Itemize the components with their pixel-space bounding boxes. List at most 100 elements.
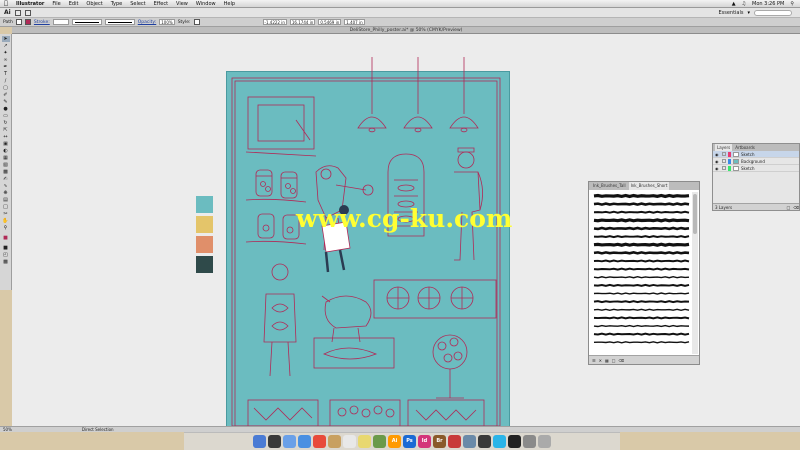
- dock-icon-ai[interactable]: Ai: [388, 435, 401, 448]
- wifi-icon[interactable]: ▲: [732, 1, 736, 7]
- brush-stroke-item[interactable]: [593, 267, 690, 271]
- lock-toggle[interactable]: [722, 152, 726, 156]
- menu-object[interactable]: Object: [82, 1, 106, 7]
- palette-swatch-teal[interactable]: [196, 196, 213, 213]
- dock-icon-calendar[interactable]: [343, 435, 356, 448]
- bridge-button[interactable]: [14, 9, 21, 16]
- brush-stroke-item[interactable]: [593, 283, 690, 287]
- lock-toggle[interactable]: [722, 166, 726, 170]
- brush-stroke-item[interactable]: [593, 300, 690, 304]
- width-field[interactable]: 0.5469 in: [318, 19, 342, 25]
- dock-icon-photo[interactable]: [373, 435, 386, 448]
- dock-icon-chrome[interactable]: [313, 435, 326, 448]
- stroke-swatch[interactable]: [24, 19, 31, 25]
- brush-options-icon[interactable]: ▦: [605, 358, 609, 363]
- menu-select[interactable]: Select: [126, 1, 149, 7]
- menubar-clock[interactable]: Mon 3:26 PM: [752, 1, 784, 7]
- palette-swatch-yellow[interactable]: [196, 216, 213, 233]
- selection-tool-icon[interactable]: ➤: [1, 36, 10, 42]
- dock-icon-br[interactable]: Br: [433, 435, 446, 448]
- graphic-style-swatch[interactable]: [193, 19, 200, 25]
- eraser-tool-icon[interactable]: ▭: [2, 113, 10, 119]
- arrange-documents-button[interactable]: [24, 9, 31, 16]
- dock-icon-dashboard[interactable]: [268, 435, 281, 448]
- brush-stroke-item[interactable]: [593, 193, 690, 199]
- tab-layers[interactable]: Layers: [715, 144, 733, 151]
- new-layer-icon[interactable]: □: [787, 205, 791, 210]
- menu-app-name[interactable]: Illustrator: [12, 1, 48, 7]
- dock-icon-acrobat[interactable]: [448, 435, 461, 448]
- menu-effect[interactable]: Effect: [150, 1, 172, 7]
- dock-icon-contacts[interactable]: [328, 435, 341, 448]
- gradient-tool-icon[interactable]: ▩: [2, 169, 10, 175]
- brush-stroke-item[interactable]: [593, 308, 690, 311]
- dock-icon-fcp[interactable]: [478, 435, 491, 448]
- paintbrush-tool-icon[interactable]: ✐: [2, 92, 10, 98]
- opacity-label[interactable]: Opacity:: [138, 20, 157, 25]
- help-search-input[interactable]: [754, 9, 792, 16]
- menu-view[interactable]: View: [172, 1, 192, 7]
- dock-icon-id[interactable]: Id: [418, 435, 431, 448]
- layer-name[interactable]: Background: [741, 159, 765, 164]
- brush-stroke-item[interactable]: [593, 235, 690, 239]
- hand-tool-icon[interactable]: ✋: [2, 218, 10, 224]
- dock-icon-terminal[interactable]: [508, 435, 521, 448]
- stroke-label[interactable]: Stroke:: [34, 20, 50, 25]
- dock-icon-trash[interactable]: [538, 435, 551, 448]
- new-brush-icon[interactable]: □: [612, 358, 616, 363]
- remove-stroke-icon[interactable]: ✕: [599, 358, 602, 363]
- dock-icon-notes[interactable]: [358, 435, 371, 448]
- menu-file[interactable]: File: [48, 1, 64, 7]
- brush-definition[interactable]: [104, 19, 135, 25]
- menu-window[interactable]: Window: [192, 1, 220, 7]
- zoom-tool-icon[interactable]: ⚲: [2, 225, 10, 231]
- shape-builder-tool-icon[interactable]: ◐: [2, 148, 10, 154]
- palette-swatch-dark[interactable]: [196, 256, 213, 273]
- scale-tool-icon[interactable]: ⇱: [2, 127, 10, 133]
- dock-icon-prefs[interactable]: [523, 435, 536, 448]
- dock-icon-mail[interactable]: [283, 435, 296, 448]
- fill-swatch[interactable]: [15, 19, 22, 25]
- pen-tool-icon[interactable]: ✒: [2, 64, 10, 70]
- perspective-grid-tool-icon[interactable]: ▦: [2, 155, 10, 161]
- dock-icon-safari[interactable]: [298, 435, 311, 448]
- delete-brush-icon[interactable]: ⌫: [619, 358, 625, 363]
- dock-icon-finder[interactable]: [253, 435, 266, 448]
- layer-row[interactable]: ◉ Background: [713, 158, 799, 165]
- palette-swatch-orange[interactable]: [196, 236, 213, 253]
- chevron-down-icon[interactable]: ▾: [747, 10, 750, 16]
- zoom-level[interactable]: 50%: [3, 427, 12, 432]
- tab-artboards[interactable]: Artboards: [733, 144, 757, 151]
- opacity-field[interactable]: 100%: [159, 19, 175, 25]
- volume-icon[interactable]: ♫: [742, 1, 746, 7]
- layer-name[interactable]: Sketch: [741, 166, 754, 171]
- type-tool-icon[interactable]: T: [2, 71, 10, 77]
- screen-mode-icon[interactable]: ▩: [2, 259, 10, 265]
- document-tab[interactable]: DeliStore_Philly_poster.ai* @ 50% (CMYK/…: [12, 27, 800, 34]
- dock-icon-preview[interactable]: [463, 435, 476, 448]
- visibility-eye-icon[interactable]: ◉: [715, 152, 720, 157]
- brush-stroke-item[interactable]: [593, 276, 690, 279]
- blend-tool-icon[interactable]: ∿: [2, 183, 10, 189]
- tab-ink-brushes-tall[interactable]: Ink_Brushes_Tall: [591, 182, 628, 190]
- brush-scrollbar[interactable]: [692, 192, 698, 354]
- visibility-eye-icon[interactable]: ◉: [715, 166, 720, 171]
- artboard-tool-icon[interactable]: □: [2, 204, 10, 210]
- menu-edit[interactable]: Edit: [65, 1, 83, 7]
- trash-icon[interactable]: ⌫: [793, 205, 799, 210]
- column-graph-tool-icon[interactable]: ▤: [2, 197, 10, 203]
- layer-row[interactable]: ◉ Sketch: [713, 151, 799, 158]
- line-tool-icon[interactable]: ∕: [2, 78, 10, 84]
- brush-stroke-item[interactable]: [593, 251, 690, 255]
- fill-stroke-icon[interactable]: ■: [2, 232, 10, 244]
- lasso-tool-icon[interactable]: ∞: [2, 57, 10, 63]
- slice-tool-icon[interactable]: ✂: [2, 211, 10, 217]
- symbol-sprayer-tool-icon[interactable]: ❋: [2, 190, 10, 196]
- rotate-tool-icon[interactable]: ↻: [2, 120, 10, 126]
- tab-ink-brushes-short[interactable]: Ink_Brushes_Short: [628, 182, 670, 190]
- brush-stroke-item[interactable]: [593, 226, 690, 231]
- brush-list[interactable]: [592, 192, 691, 354]
- layer-row[interactable]: ◉ Sketch: [713, 165, 799, 172]
- brush-stroke-item[interactable]: [593, 259, 690, 263]
- brush-stroke-item[interactable]: [593, 341, 690, 344]
